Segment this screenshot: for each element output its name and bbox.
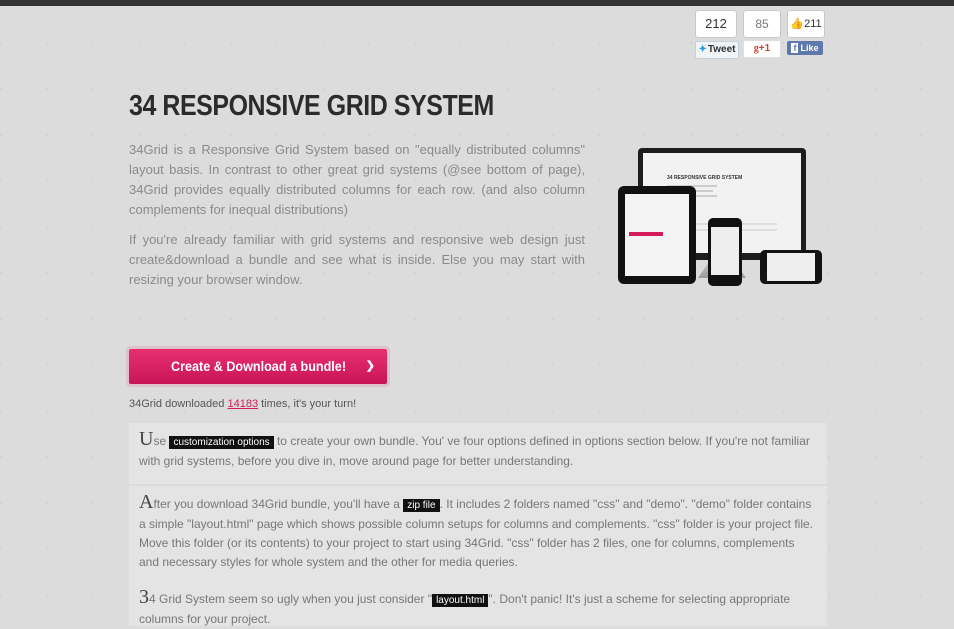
info-panel-layout: 34 Grid System seem so ugly when you jus…	[129, 581, 827, 626]
dropcap: A	[139, 491, 154, 513]
intro-text: 34Grid is a Responsive Grid System based…	[129, 140, 585, 300]
download-count-link[interactable]: 14183	[227, 398, 258, 410]
info-panel-zip: After you download 34Grid bundle, you'll…	[129, 486, 827, 585]
tweet-label: Tweet	[707, 44, 736, 55]
download-button-label: Create & Download a bundle!	[171, 358, 347, 374]
monitor-screen-title: 34 RESPONSIVE GRID SYSTEM	[667, 175, 743, 181]
phone-landscape-illustration	[760, 250, 822, 284]
facebook-icon: f	[791, 43, 799, 53]
create-download-button[interactable]: Create & Download a bundle! ❯	[129, 349, 387, 384]
download-count-text: 34Grid downloaded 14183 times, it's your…	[129, 398, 356, 410]
tweet-count: 212	[695, 10, 737, 38]
layout-html-tag[interactable]: layout.html	[432, 594, 489, 607]
responsive-devices-illustration: 34 RESPONSIVE GRID SYSTEM	[618, 146, 826, 296]
tablet-screen	[625, 194, 689, 276]
panel-text: 4 Grid System seem so ugly when you just…	[149, 592, 433, 606]
gplus-button[interactable]: g+1	[743, 40, 781, 58]
fb-like-label: Like	[800, 43, 819, 53]
gplus-count: 85	[743, 10, 781, 38]
dropcap: U	[139, 428, 154, 450]
facebook-like-button[interactable]: f Like	[787, 41, 823, 55]
zip-file-tag[interactable]: zip file	[403, 499, 440, 512]
tablet-illustration	[618, 186, 696, 284]
panel-text: fter you download 34Grid bundle, you'll …	[153, 497, 404, 511]
phone-illustration	[708, 218, 742, 286]
tablet-screen-button	[629, 232, 663, 236]
twitter-bird-icon: ✦	[698, 44, 707, 55]
phone-landscape-screen	[767, 253, 815, 281]
intro-paragraph-1: 34Grid is a Responsive Grid System based…	[129, 142, 585, 217]
top-bar	[0, 0, 954, 6]
panel-text: se	[153, 434, 170, 448]
fb-count: 211	[804, 18, 822, 30]
download-count-prefix: 34Grid downloaded	[129, 398, 228, 410]
chevron-down-icon: ❯	[365, 360, 375, 372]
intro-paragraph-2: If you're already familiar with grid sys…	[129, 232, 585, 287]
thumbs-up-icon: 👍	[790, 18, 805, 30]
gplus-label: +1	[758, 43, 771, 54]
dropcap: 3	[139, 586, 149, 608]
fb-count-box: 👍211	[787, 10, 825, 38]
customization-options-tag[interactable]: customization options	[169, 436, 274, 449]
phone-screen	[711, 227, 739, 275]
info-panel-customization: Use customization options to create your…	[129, 423, 827, 484]
download-count-suffix: times, it's your turn!	[258, 398, 357, 410]
page-title: 34 RESPONSIVE GRID SYSTEM	[129, 90, 494, 122]
tweet-button[interactable]: ✦Tweet	[695, 41, 739, 59]
